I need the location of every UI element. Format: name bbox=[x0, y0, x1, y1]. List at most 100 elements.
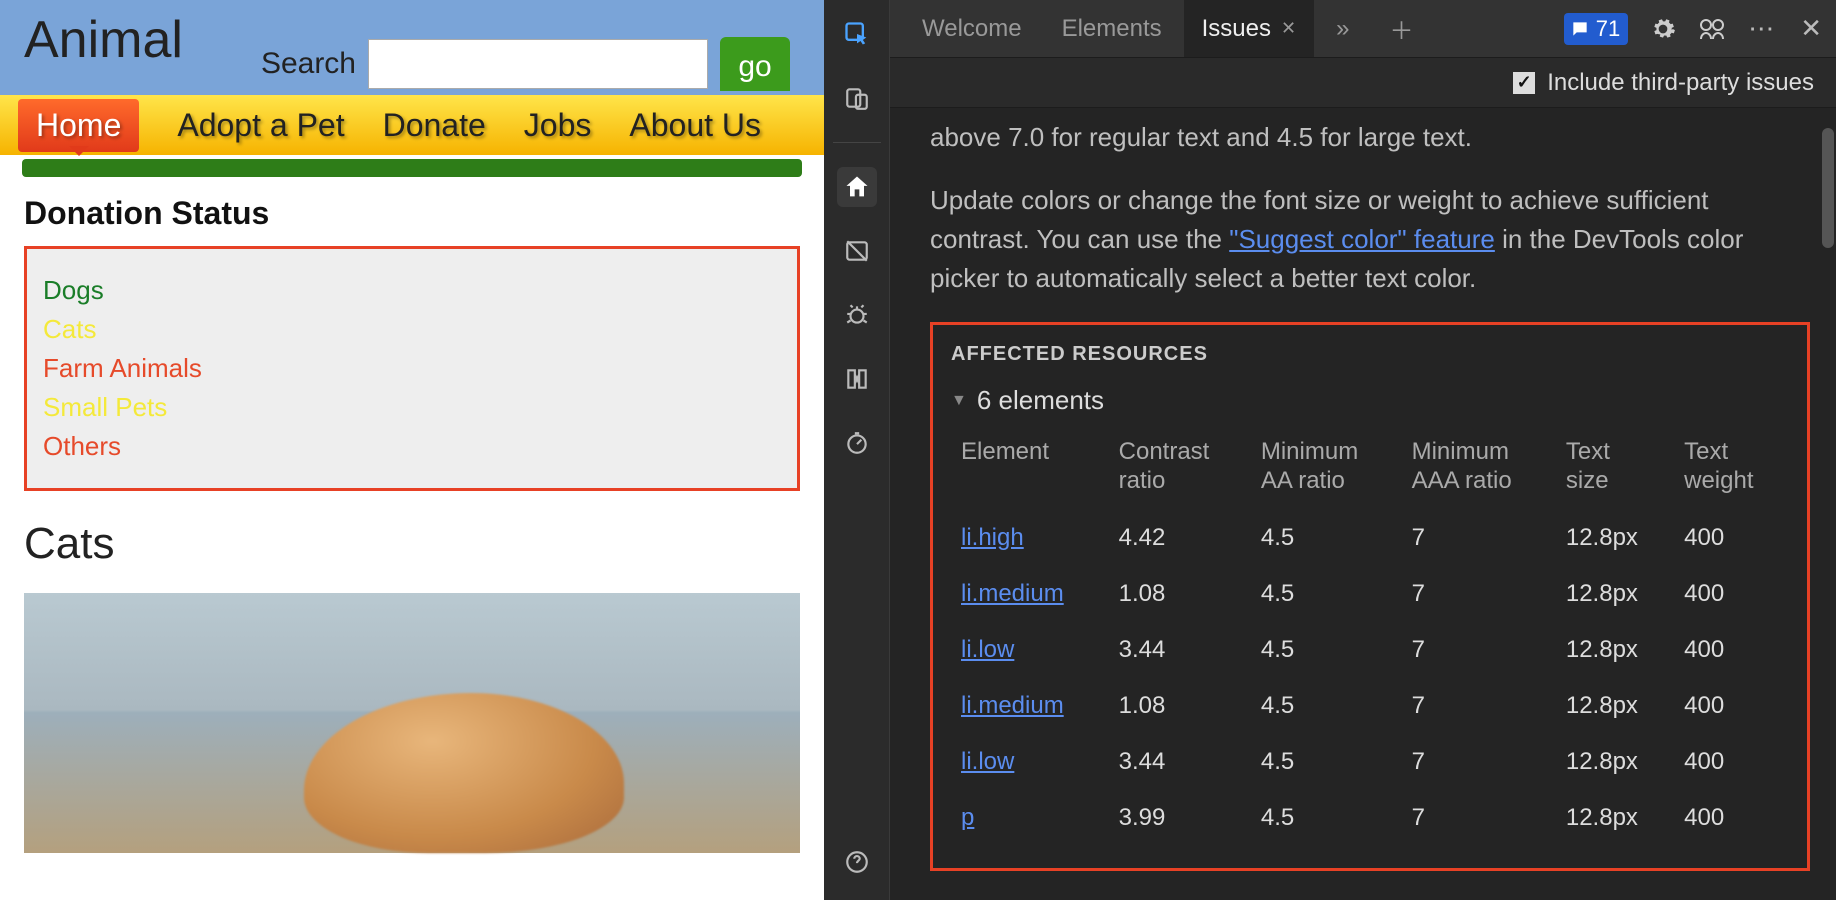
element-link[interactable]: li.high bbox=[961, 524, 1024, 551]
cell-size: 12.8px bbox=[1556, 622, 1674, 678]
include-third-party-checkbox[interactable]: ✓ bbox=[1513, 72, 1535, 94]
tabstrip-right: 71 ⋯ ✕ bbox=[1564, 13, 1822, 45]
feedback-icon[interactable] bbox=[1698, 16, 1726, 42]
page-header: Animal Search go bbox=[0, 0, 824, 95]
home-icon[interactable] bbox=[837, 167, 877, 207]
cell-contrast: 3.99 bbox=[1109, 790, 1251, 846]
cell-aa: 4.5 bbox=[1251, 566, 1402, 622]
issue-desc-line1: above 7.0 for regular text and 4.5 for l… bbox=[930, 118, 1810, 157]
close-icon[interactable]: ✕ bbox=[1281, 18, 1296, 39]
cell-aa: 4.5 bbox=[1251, 734, 1402, 790]
cell-contrast: 1.08 bbox=[1109, 566, 1251, 622]
donation-item: Small Pets bbox=[43, 392, 781, 423]
devtools-tabstrip: Welcome Elements Issues ✕ » ＋ 71 bbox=[890, 0, 1836, 58]
gear-icon[interactable] bbox=[1650, 16, 1676, 42]
cell-aaa: 7 bbox=[1402, 734, 1556, 790]
table-header: Contrastratio bbox=[1109, 432, 1251, 510]
cell-contrast: 3.44 bbox=[1109, 622, 1251, 678]
network-icon[interactable] bbox=[837, 359, 877, 399]
cell-weight: 400 bbox=[1674, 622, 1789, 678]
element-link[interactable]: li.low bbox=[961, 748, 1014, 775]
affected-resources-box: AFFECTED RESOURCES ▼ 6 elements ElementC… bbox=[930, 322, 1810, 871]
element-link[interactable]: p bbox=[961, 804, 974, 831]
table-row: li.low3.444.5712.8px400 bbox=[951, 622, 1789, 678]
search-go-button[interactable]: go bbox=[720, 37, 790, 91]
issues-count-badge[interactable]: 71 bbox=[1564, 13, 1628, 45]
cell-contrast: 3.44 bbox=[1109, 734, 1251, 790]
cell-weight: 400 bbox=[1674, 510, 1789, 566]
rail-divider bbox=[833, 142, 881, 143]
donation-item: Dogs bbox=[43, 275, 781, 306]
scrollbar-thumb[interactable] bbox=[1822, 128, 1834, 248]
tab-welcome-label: Welcome bbox=[922, 15, 1022, 43]
nav-item-about-us[interactable]: About Us bbox=[629, 107, 761, 144]
help-icon[interactable] bbox=[837, 842, 877, 882]
devtools-panel: Welcome Elements Issues ✕ » ＋ 71 bbox=[824, 0, 1836, 900]
nav-item-adopt-a-pet[interactable]: Adopt a Pet bbox=[177, 107, 344, 144]
element-link[interactable]: li.medium bbox=[961, 692, 1064, 719]
cat-photo bbox=[24, 593, 800, 853]
performance-icon[interactable] bbox=[837, 423, 877, 463]
affected-resources-title: AFFECTED RESOURCES bbox=[951, 339, 1789, 369]
affected-elements-count: 6 elements bbox=[977, 381, 1104, 420]
close-devtools-icon[interactable]: ✕ bbox=[1800, 13, 1822, 44]
issues-body[interactable]: above 7.0 for regular text and 4.5 for l… bbox=[890, 108, 1836, 900]
cell-contrast: 1.08 bbox=[1109, 678, 1251, 734]
cell-size: 12.8px bbox=[1556, 734, 1674, 790]
cell-weight: 400 bbox=[1674, 678, 1789, 734]
element-link[interactable]: li.medium bbox=[961, 580, 1064, 607]
cats-heading: Cats bbox=[24, 519, 800, 569]
chevron-right-icon: » bbox=[1336, 15, 1349, 43]
cell-size: 12.8px bbox=[1556, 566, 1674, 622]
bug-icon[interactable] bbox=[837, 295, 877, 335]
table-header: MinimumAA ratio bbox=[1251, 432, 1402, 510]
include-third-party-label: Include third-party issues bbox=[1547, 69, 1814, 97]
table-row: li.low3.444.5712.8px400 bbox=[951, 734, 1789, 790]
table-header: Textweight bbox=[1674, 432, 1789, 510]
donation-item: Others bbox=[43, 431, 781, 462]
suggest-color-link[interactable]: "Suggest color" feature bbox=[1229, 224, 1495, 254]
search-input[interactable] bbox=[368, 39, 708, 89]
nav-item-jobs[interactable]: Jobs bbox=[524, 107, 592, 144]
table-header: Element bbox=[951, 432, 1109, 510]
tab-elements-label: Elements bbox=[1062, 15, 1162, 43]
element-link[interactable]: li.low bbox=[961, 636, 1014, 663]
tab-issues[interactable]: Issues ✕ bbox=[1184, 0, 1314, 57]
tab-add[interactable]: ＋ bbox=[1371, 0, 1431, 57]
issues-toolbar: ✓ Include third-party issues bbox=[890, 58, 1836, 108]
table-row: li.medium 1.084.5712.8px400 bbox=[951, 678, 1789, 734]
cell-aa: 4.5 bbox=[1251, 510, 1402, 566]
cell-weight: 400 bbox=[1674, 566, 1789, 622]
cell-size: 12.8px bbox=[1556, 790, 1674, 846]
nav-item-donate[interactable]: Donate bbox=[383, 107, 486, 144]
tab-issues-label: Issues bbox=[1202, 15, 1271, 43]
cell-aa: 4.5 bbox=[1251, 678, 1402, 734]
cell-size: 12.8px bbox=[1556, 510, 1674, 566]
donation-heading: Donation Status bbox=[24, 195, 800, 232]
donation-item: Cats bbox=[43, 314, 781, 345]
table-row: p3.994.5712.8px400 bbox=[951, 790, 1789, 846]
cell-aaa: 7 bbox=[1402, 790, 1556, 846]
affected-elements-toggle[interactable]: ▼ 6 elements bbox=[951, 381, 1789, 420]
donation-item: Farm Animals bbox=[43, 353, 781, 384]
device-icon[interactable] bbox=[837, 78, 877, 118]
cell-aa: 4.5 bbox=[1251, 790, 1402, 846]
nav-item-home[interactable]: Home bbox=[18, 99, 139, 152]
green-strip bbox=[22, 159, 802, 177]
issue-desc-line2: Update colors or change the font size or… bbox=[930, 181, 1810, 298]
inspect-icon[interactable] bbox=[837, 14, 877, 54]
image-off-icon[interactable] bbox=[837, 231, 877, 271]
more-icon[interactable]: ⋯ bbox=[1748, 13, 1778, 44]
issues-count: 71 bbox=[1596, 16, 1620, 42]
donation-box: Dogs Cats Farm Animals Small Pets Others bbox=[24, 246, 800, 491]
cell-size: 12.8px bbox=[1556, 678, 1674, 734]
tab-elements[interactable]: Elements bbox=[1044, 0, 1180, 57]
cell-aaa: 7 bbox=[1402, 678, 1556, 734]
nav-bar: Home Adopt a Pet Donate Jobs About Us bbox=[0, 95, 824, 155]
search-label: Search bbox=[261, 47, 356, 81]
tab-overflow[interactable]: » bbox=[1318, 0, 1367, 57]
cell-aaa: 7 bbox=[1402, 622, 1556, 678]
tab-welcome[interactable]: Welcome bbox=[904, 0, 1040, 57]
devtools-main: Welcome Elements Issues ✕ » ＋ 71 bbox=[890, 0, 1836, 900]
cat-shape bbox=[304, 693, 624, 853]
